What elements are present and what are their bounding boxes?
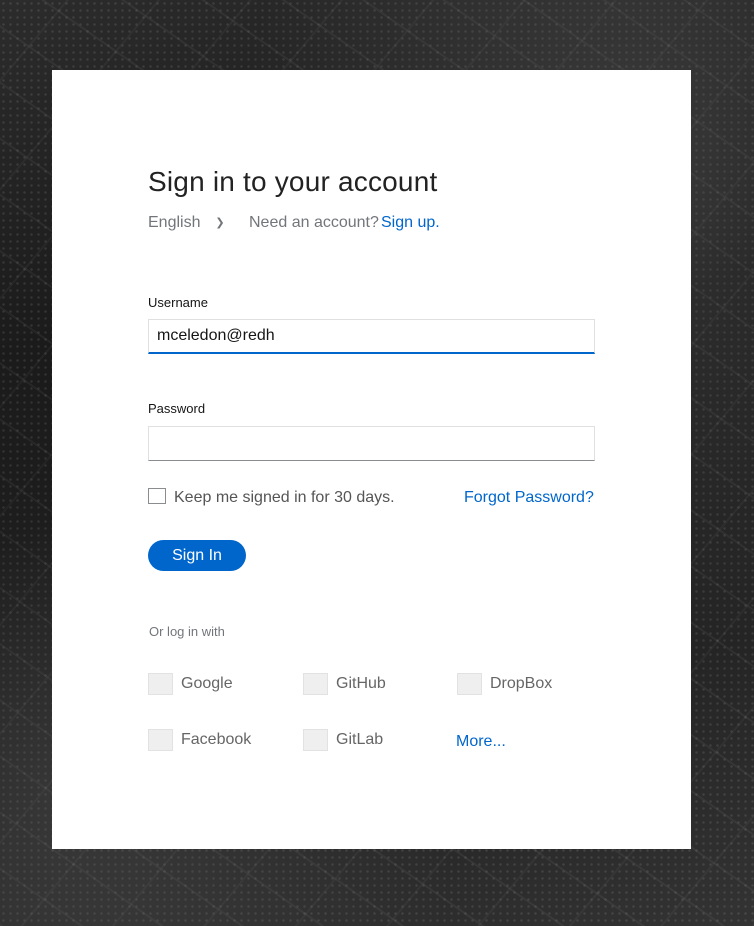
username-input[interactable] — [148, 319, 595, 354]
remember-me-checkbox[interactable] — [148, 488, 166, 504]
dropbox-icon — [457, 673, 482, 695]
more-providers-link[interactable]: More... — [456, 733, 506, 751]
chevron-down-icon[interactable]: ❯ — [212, 213, 228, 233]
provider-label: GitHub — [336, 675, 386, 692]
provider-label: Google — [181, 675, 233, 692]
page-title: Sign in to your account — [148, 166, 438, 197]
need-account-text: Need an account? — [249, 214, 379, 231]
provider-label: Facebook — [181, 731, 252, 748]
facebook-icon — [148, 729, 173, 751]
provider-label: DropBox — [490, 675, 553, 692]
username-label: Username — [148, 295, 208, 310]
login-card: Sign in to your account English ❯ Need a… — [52, 70, 691, 849]
password-input[interactable] — [148, 426, 595, 461]
google-icon — [148, 673, 173, 695]
signup-link[interactable]: Sign up. — [381, 214, 440, 232]
gitlab-icon — [303, 729, 328, 751]
github-icon — [303, 673, 328, 695]
forgot-password-link[interactable]: Forgot Password? — [464, 489, 594, 507]
sign-in-button[interactable]: Sign In — [148, 540, 246, 571]
password-label: Password — [148, 401, 206, 416]
or-log-in-with-label: Or log in with — [149, 624, 225, 639]
provider-label: GitLab — [336, 731, 384, 748]
remember-me-label[interactable]: Keep me signed in for 30 days. — [174, 489, 395, 507]
language-selector[interactable]: English — [148, 214, 200, 232]
